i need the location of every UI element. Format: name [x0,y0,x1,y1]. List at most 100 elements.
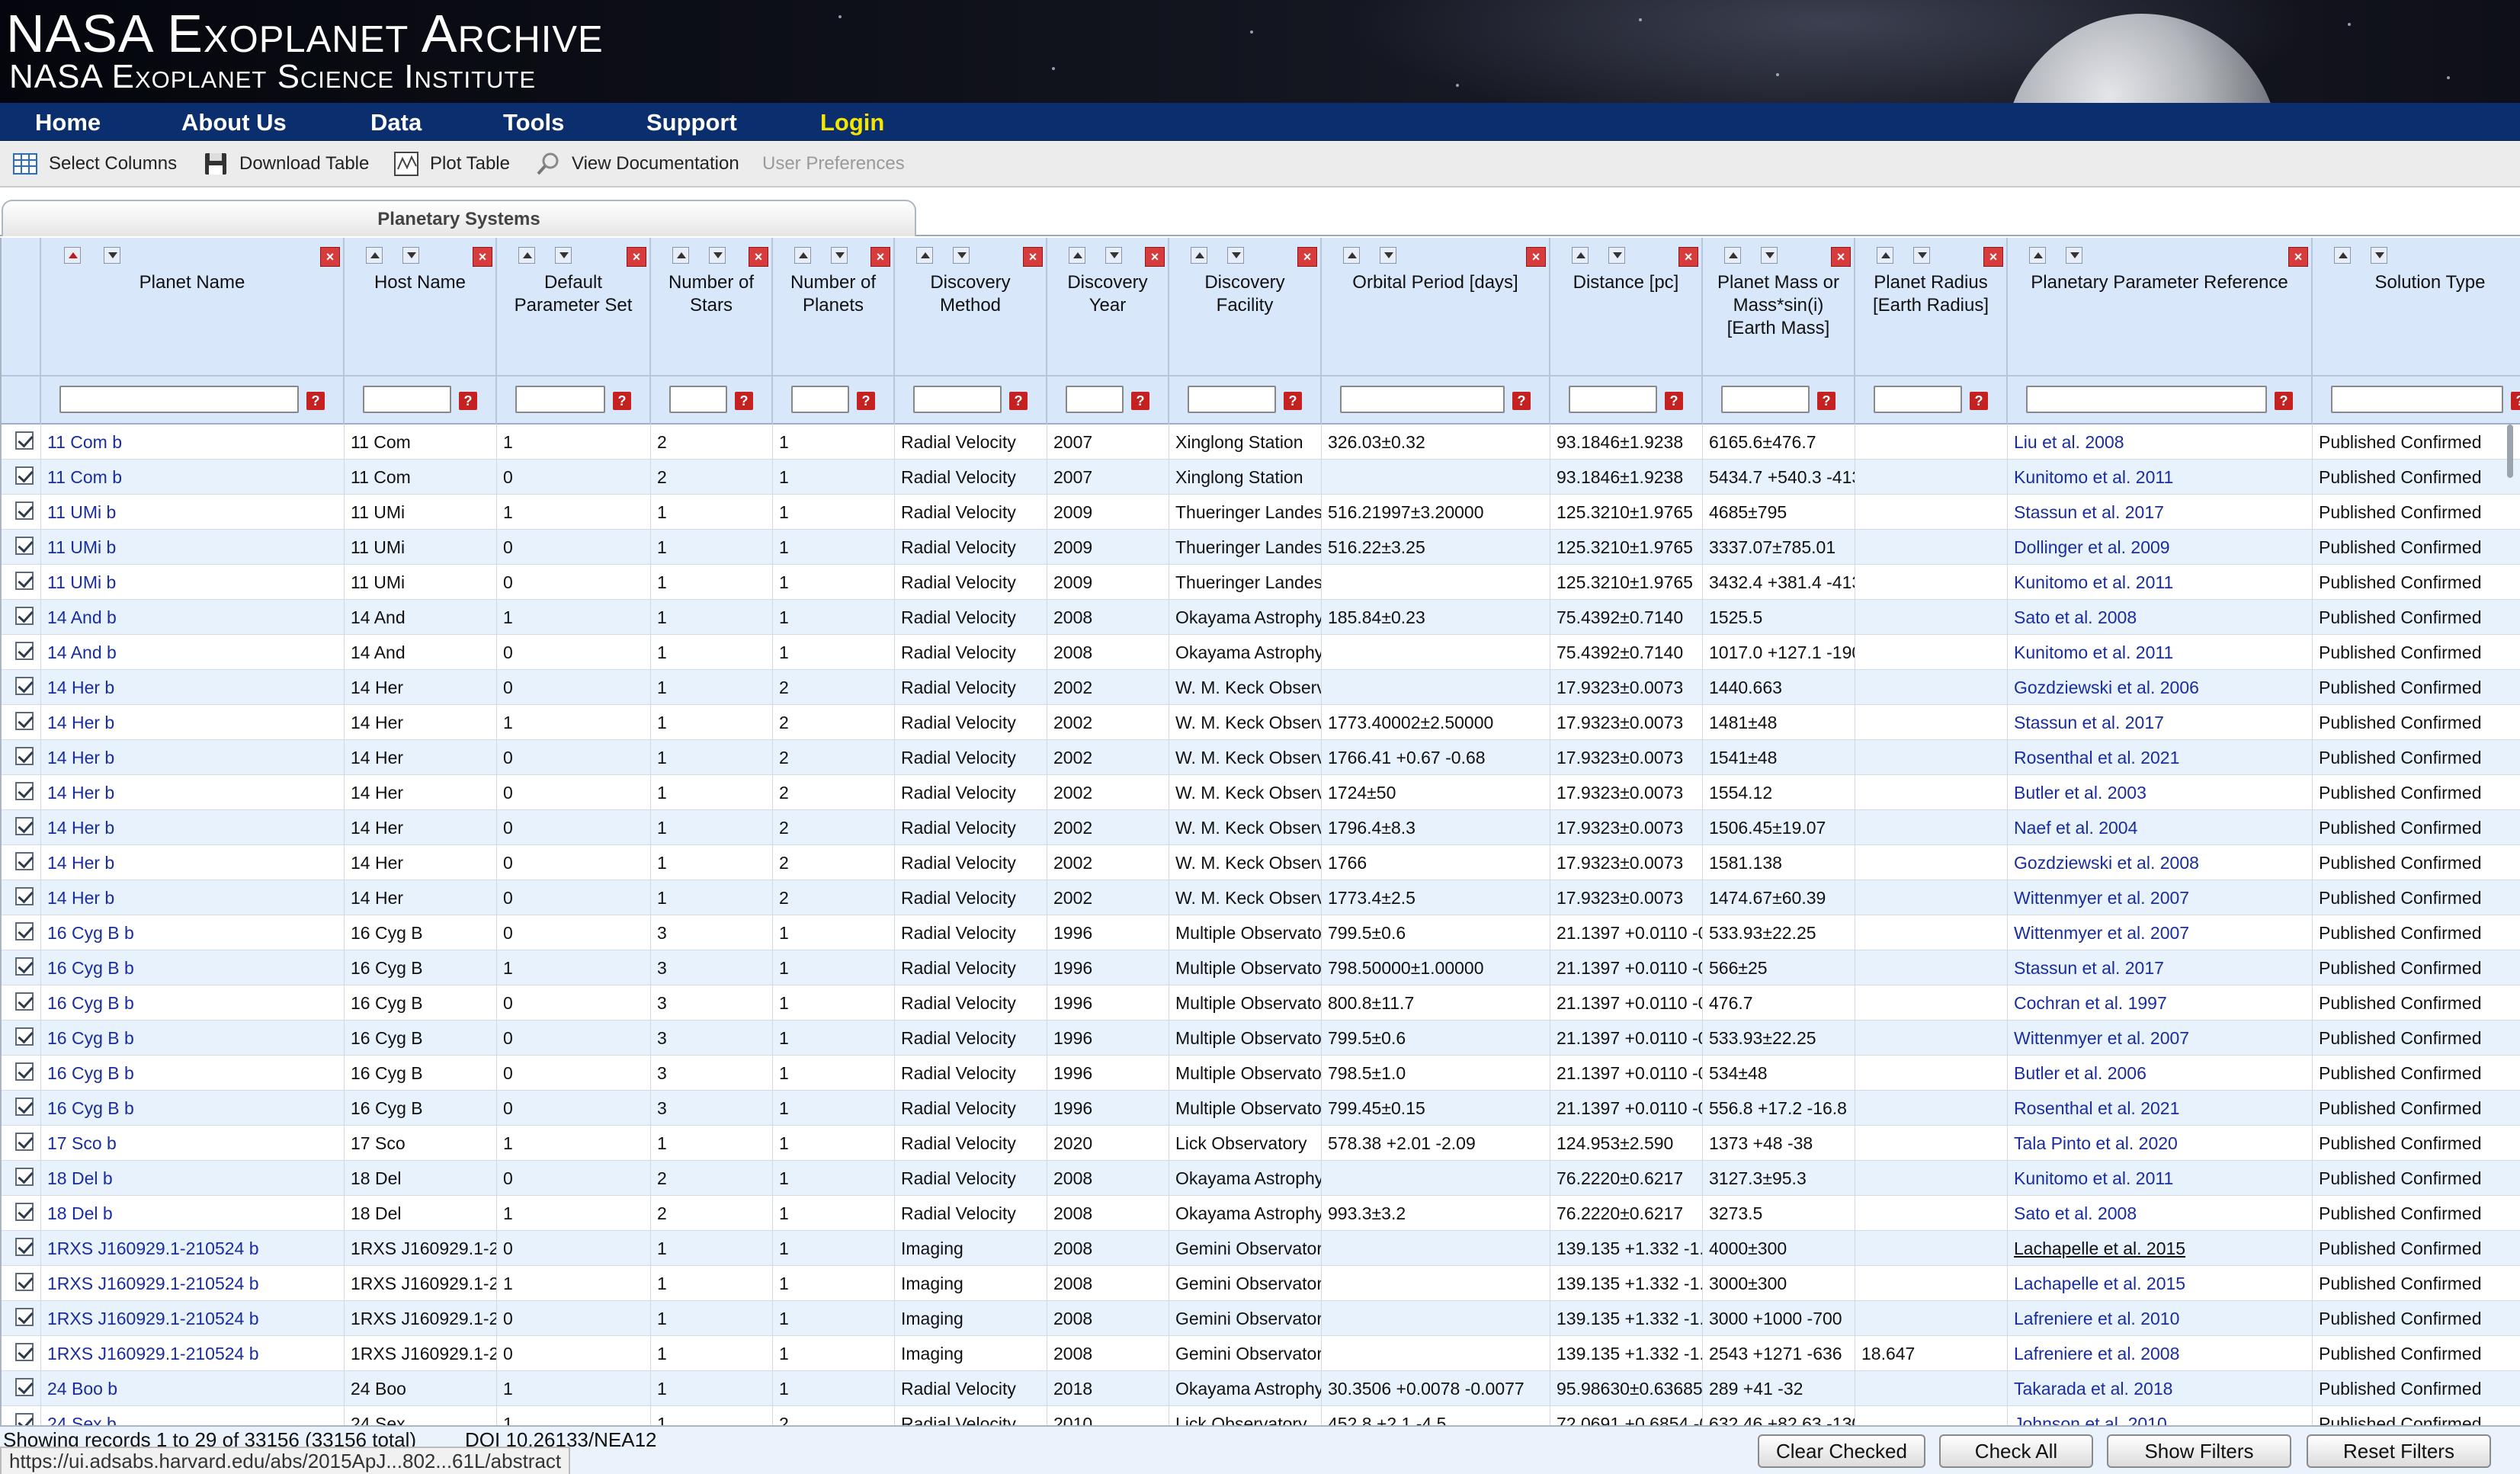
column-filter-input[interactable] [669,386,727,413]
cell-pl_name[interactable]: 1RXS J160929.1-210524 b [41,1266,345,1301]
row-checkbox[interactable] [15,852,34,870]
column-filter-input[interactable] [2026,386,2267,413]
table-row[interactable]: 11 UMi b 11 UMi 0 1 1 Radial Velocity 2009 Thue… [2,530,2520,565]
cell-pl_name[interactable]: 14 Her b [41,880,345,915]
cell-pl_name[interactable]: 14 Her b [41,740,345,775]
column-header-discoverymethod[interactable]: × Discovery Method? [895,238,1047,425]
filter-help-icon[interactable]: ? [1512,392,1531,410]
cell-pl_refname[interactable]: Stassun et al. 2017 [2008,705,2313,740]
sort-descending-icon[interactable] [1608,247,1625,264]
cell-pl_refname[interactable]: Gozdziewski et al. 2006 [2008,670,2313,705]
column-filter-input[interactable] [791,386,849,413]
remove-column-icon[interactable]: × [749,247,768,267]
cell-pl_name[interactable]: 11 UMi b [41,495,345,530]
row-checkbox[interactable] [15,537,34,555]
column-filter-input[interactable] [1721,386,1810,413]
cell-pl_refname[interactable]: Butler et al. 2003 [2008,775,2313,810]
filter-help-icon[interactable]: ? [459,392,477,410]
column-filter-input[interactable] [1340,386,1505,413]
table-row[interactable]: 18 Del b 18 Del 0 2 1 Radial Velocity 2008 Okay… [2,1161,2520,1196]
cell-pl_refname[interactable]: Wittenmyer et al. 2007 [2008,915,2313,950]
table-row[interactable]: 11 UMi b 11 UMi 0 1 1 Radial Velocity 2009 Thue… [2,565,2520,600]
row-checkbox[interactable] [15,1203,34,1221]
column-header-pl_refname[interactable]: × Planetary Parameter Reference? [2008,238,2313,425]
sort-descending-icon[interactable] [1227,247,1244,264]
cell-pl_name[interactable]: 11 Com b [41,425,345,460]
view-documentation-button[interactable]: View Documentation [535,151,739,177]
sort-ascending-icon[interactable] [2029,247,2046,264]
table-row[interactable]: 11 Com b 11 Com 1 2 1 Radial Velocity 2007 Xing… [2,425,2520,460]
filter-help-icon[interactable]: ? [1970,392,1988,410]
remove-column-icon[interactable]: × [2288,247,2308,267]
sort-ascending-icon[interactable] [2334,247,2351,264]
column-filter-input[interactable] [363,386,451,413]
column-header-disc_facility[interactable]: × Discovery Facility? [1169,238,1322,425]
cell-pl_refname[interactable]: Cochran et al. 1997 [2008,985,2313,1021]
clear-checked-button[interactable]: Clear Checked [1758,1434,1925,1468]
table-row[interactable]: 14 Her b 14 Her 0 1 2 Radial Velocity 2002 W. M… [2,810,2520,845]
table-row[interactable]: 11 Com b 11 Com 0 2 1 Radial Velocity 2007 Xing… [2,460,2520,495]
cell-pl_refname[interactable]: Naef et al. 2004 [2008,810,2313,845]
column-header-default_flag[interactable]: × Default Parameter Set? [497,238,651,425]
table-row[interactable]: 18 Del b 18 Del 1 2 1 Radial Velocity 2008 Okay… [2,1196,2520,1231]
table-row[interactable]: 16 Cyg B b 16 Cyg B 1 3 1 Radial Velocity 1996… [2,950,2520,985]
row-checkbox[interactable] [15,747,34,765]
cell-pl_name[interactable]: 16 Cyg B b [41,1091,345,1126]
column-header-soltype[interactable]: ×Solution Type? [2313,238,2520,425]
row-checkbox[interactable] [15,466,34,485]
row-checkbox[interactable] [15,1308,34,1326]
remove-column-icon[interactable]: × [1023,247,1043,267]
table-row[interactable]: 14 Her b 14 Her 0 1 2 Radial Velocity 2002 W. M… [2,845,2520,880]
sort-ascending-icon[interactable] [672,247,689,264]
table-row[interactable]: 1RXS J160929.1-210524 b1RXS J160929.1-21… [2,1266,2520,1301]
remove-column-icon[interactable]: × [1678,247,1698,267]
filter-help-icon[interactable]: ? [1817,392,1835,410]
nav-about-us[interactable]: About Us [181,109,287,136]
sort-descending-icon[interactable] [2371,247,2387,264]
table-row[interactable]: 11 UMi b 11 UMi 1 1 1 Radial Velocity 2009 Thue… [2,495,2520,530]
row-checkbox[interactable] [15,1413,34,1425]
sort-descending-icon[interactable] [2066,247,2082,264]
check-all-button[interactable]: Check All [1939,1434,2093,1468]
sort-ascending-icon[interactable] [366,247,383,264]
column-filter-input[interactable] [515,386,605,413]
table-row[interactable]: 14 Her b 14 Her 1 1 2 Radial Velocity 2002 W. M… [2,705,2520,740]
table-row[interactable]: 17 Sco b 17 Sco 1 1 1 Radial Velocity 2020 Lick… [2,1126,2520,1161]
site-subtitle[interactable]: NASA Exoplanet Science Institute [9,58,536,96]
cell-pl_refname[interactable]: Lachapelle et al. 2015 [2008,1266,2313,1301]
cell-pl_name[interactable]: 11 UMi b [41,565,345,600]
cell-pl_name[interactable]: 1RXS J160929.1-210524 b [41,1336,345,1371]
table-row[interactable]: 24 Boo b 24 Boo 1 1 1 Radial Velocity 2018 Okay… [2,1371,2520,1406]
column-header-hostname[interactable]: × Host Name? [345,238,497,425]
cell-pl_refname[interactable]: Sato et al. 2008 [2008,600,2313,635]
row-checkbox[interactable] [15,782,34,800]
row-checkbox[interactable] [15,1097,34,1116]
nav-data[interactable]: Data [370,109,422,136]
filter-help-icon[interactable]: ? [1284,392,1302,410]
cell-pl_name[interactable]: 14 Her b [41,775,345,810]
row-checkbox[interactable] [15,1343,34,1361]
table-row[interactable]: 14 And b 14 And 0 1 1 Radial Velocity 2008 Okay… [2,635,2520,670]
sort-ascending-icon[interactable] [1343,247,1360,264]
nav-support[interactable]: Support [646,109,737,136]
column-header-sy_dist[interactable]: × Distance [pc]? [1550,238,1703,425]
cell-pl_refname[interactable]: Tala Pinto et al. 2020 [2008,1126,2313,1161]
table-row[interactable]: 14 Her b 14 Her 0 1 2 Radial Velocity 2002 W. M… [2,775,2520,810]
cell-pl_refname[interactable]: Kunitomo et al. 2011 [2008,1161,2313,1196]
row-checkbox[interactable] [15,1238,34,1256]
row-checkbox[interactable] [15,712,34,730]
row-checkbox[interactable] [15,1168,34,1186]
site-title[interactable]: NASA Exoplanet Archive [6,3,604,64]
filter-help-icon[interactable]: ? [1009,392,1028,410]
cell-pl_name[interactable]: 16 Cyg B b [41,1021,345,1056]
sort-descending-icon[interactable] [953,247,970,264]
row-checkbox[interactable] [15,992,34,1011]
row-checkbox[interactable] [15,642,34,660]
sort-descending-icon[interactable] [555,247,572,264]
table-row[interactable]: 16 Cyg B b 16 Cyg B 0 3 1 Radial Velocity 1996… [2,915,2520,950]
row-checkbox[interactable] [15,572,34,590]
table-row[interactable]: 1RXS J160929.1-210524 b1RXS J160929.1-21… [2,1231,2520,1266]
nav-tools[interactable]: Tools [503,109,564,136]
cell-pl_name[interactable]: 18 Del b [41,1161,345,1196]
remove-column-icon[interactable]: × [1526,247,1546,267]
